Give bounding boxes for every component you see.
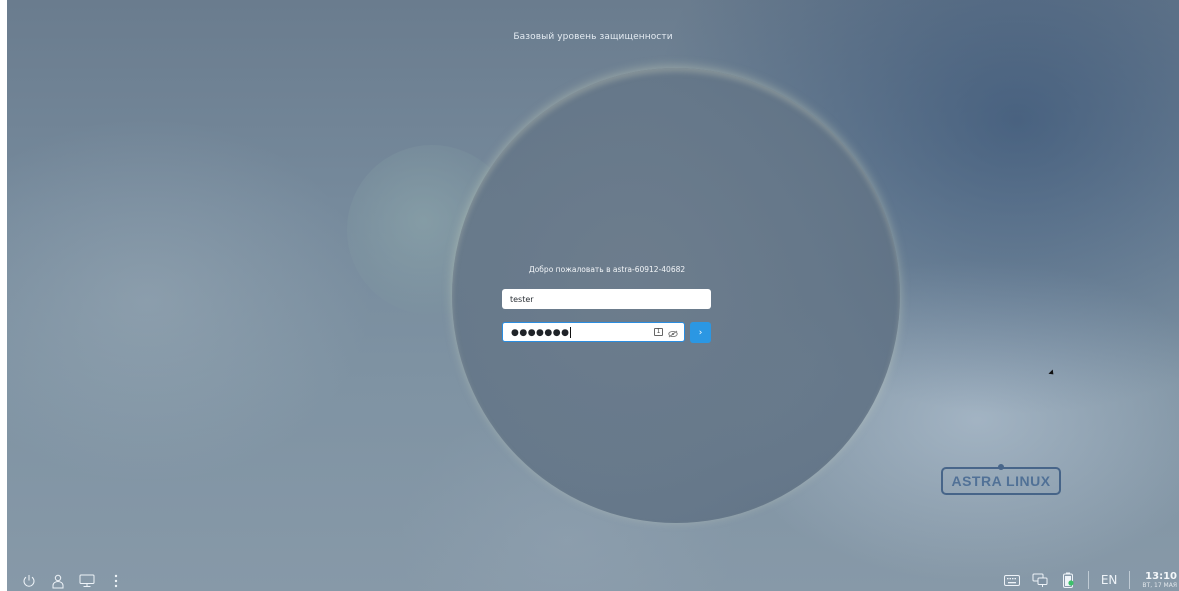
tray-divider [1087, 571, 1089, 589]
security-level-label: Базовый уровень защищенности [513, 32, 673, 42]
password-value: ●●●●●●● [511, 326, 572, 338]
password-input[interactable]: ●●●●●●● 1 [502, 322, 685, 342]
show-password-icon[interactable] [668, 323, 678, 342]
system-tray: EN 13:10 ВТ, 17 МАЯ [1003, 569, 1179, 591]
session-controls [21, 573, 124, 589]
tray-divider [1129, 571, 1131, 589]
display-icon[interactable] [79, 573, 95, 589]
username-input[interactable]: tester [502, 289, 711, 309]
login-screen: Базовый уровень защищенности Добро пожал… [7, 0, 1179, 591]
logo-dot [998, 464, 1004, 470]
battery-icon[interactable] [1060, 572, 1076, 588]
clock-time: 13:10 [1145, 570, 1177, 582]
network-icon[interactable] [1032, 572, 1048, 588]
keyboard-layout-indicator: 1 [654, 328, 663, 336]
keyboard-icon[interactable] [1003, 572, 1020, 588]
astra-linux-logo: ASTRA LINUX [941, 464, 1061, 495]
arrow-right-icon: › [698, 327, 703, 338]
power-icon[interactable] [21, 573, 37, 589]
more-icon[interactable] [108, 573, 124, 589]
clock[interactable]: 13:10 ВТ, 17 МАЯ [1142, 570, 1177, 589]
clock-date: ВТ, 17 МАЯ [1142, 581, 1177, 589]
mouse-cursor [1048, 369, 1056, 377]
language-indicator[interactable]: EN [1101, 573, 1118, 587]
user-icon[interactable] [50, 573, 66, 589]
login-submit-button[interactable]: › [690, 322, 711, 343]
text-caret [570, 326, 572, 338]
username-value: tester [510, 294, 534, 304]
welcome-text: Добро пожаловать в astra-60912-40682 [528, 265, 686, 274]
logo-text: ASTRA LINUX [951, 473, 1051, 489]
